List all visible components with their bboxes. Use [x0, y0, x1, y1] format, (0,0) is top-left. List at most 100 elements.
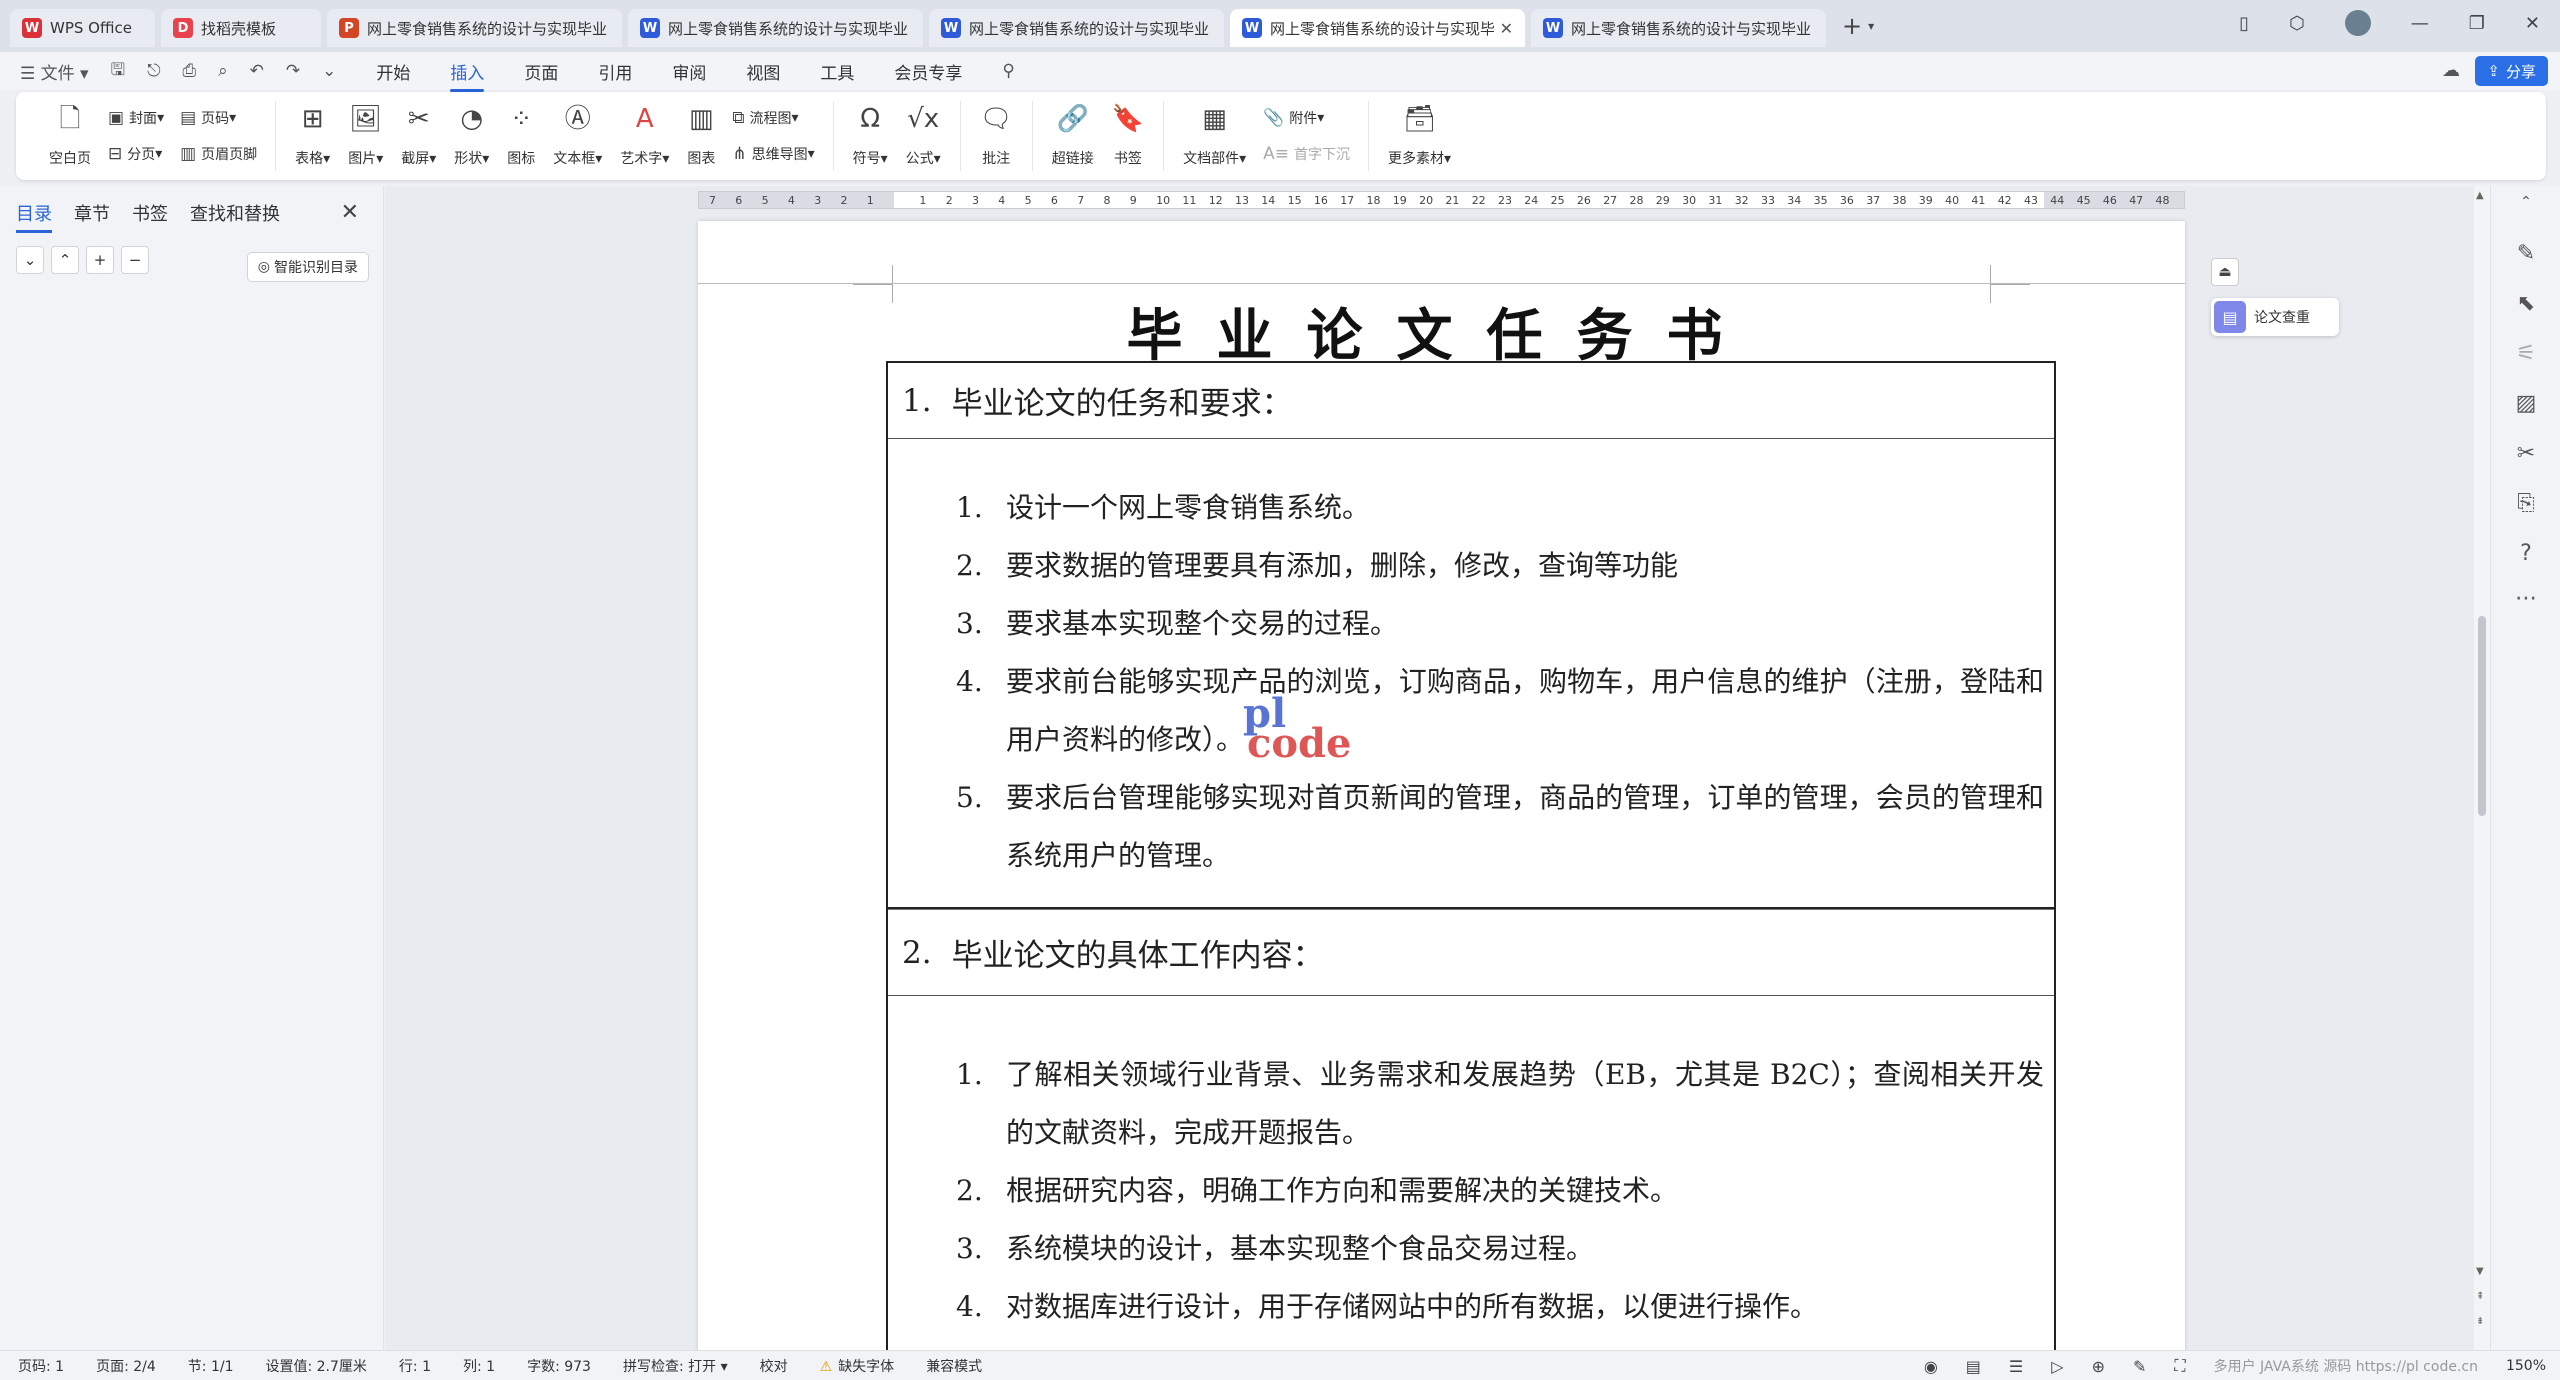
- page-view-icon[interactable]: ▤: [1966, 1357, 1981, 1376]
- restore-icon[interactable]: ❐: [2469, 13, 2485, 34]
- print-preview-icon[interactable]: ⌕: [218, 61, 228, 81]
- status-proof[interactable]: 校对: [760, 1356, 788, 1376]
- share-button[interactable]: ⇪ 分享: [2475, 56, 2548, 86]
- menu-references[interactable]: 引用: [598, 59, 632, 84]
- remove-icon[interactable]: −: [121, 246, 149, 274]
- tab-document[interactable]: W 网上零食销售系统的设计与实现毕业: [1531, 9, 1826, 47]
- add-icon[interactable]: +: [86, 246, 114, 274]
- tools-icon[interactable]: ✂: [2491, 441, 2560, 466]
- horizontal-ruler[interactable]: 7 6 5 4 3 2 1 1 2 3 4 5 6 7 8 9 10 11 12 13 14 15 16 17 18 19 20 21…: [698, 191, 2185, 209]
- outline-view-icon[interactable]: ☰: [2009, 1357, 2023, 1376]
- tab-document[interactable]: W 网上零食销售系统的设计与实现毕业: [929, 9, 1224, 47]
- image-edit-icon[interactable]: ▨: [2491, 391, 2560, 416]
- book-icon[interactable]: ⎘: [2491, 491, 2560, 516]
- tab-document[interactable]: W 网上零食销售系统的设计与实现毕业: [628, 9, 923, 47]
- doc-parts-button[interactable]: ▦ 文档部件▾: [1183, 104, 1246, 168]
- page-break-button[interactable]: ⊟ 分页 ▾: [108, 144, 164, 164]
- mindmap-button[interactable]: ⋔ 思维导图 ▾: [732, 144, 814, 164]
- tab-wps-home[interactable]: W WPS Office: [10, 9, 155, 47]
- minimize-icon[interactable]: —: [2411, 13, 2429, 34]
- pen-icon[interactable]: ✎: [2491, 241, 2560, 266]
- next-page-icon[interactable]: ⇟: [2476, 1316, 2484, 1327]
- file-menu[interactable]: ☰ 文件 ▾: [20, 59, 89, 84]
- table-button[interactable]: ⊞ 表格▾: [295, 104, 330, 168]
- prev-page-icon[interactable]: ⇞: [2476, 1291, 2484, 1302]
- tab-docer-templates[interactable]: D 找稻壳模板: [161, 9, 321, 47]
- menu-start[interactable]: 开始: [376, 59, 410, 84]
- chevron-down-icon[interactable]: ⌄: [322, 61, 336, 81]
- status-page[interactable]: 页面: 2/4: [96, 1356, 156, 1376]
- comment-button[interactable]: 🗨 批注: [980, 104, 1013, 168]
- shape-button[interactable]: ◔ 形状▾: [454, 104, 489, 168]
- cover-button[interactable]: ▣ 封面 ▾: [108, 108, 164, 128]
- tab-bookmarks[interactable]: 书签: [132, 200, 168, 226]
- menu-page[interactable]: 页面: [524, 59, 558, 84]
- scroll-up-icon[interactable]: ▲: [2476, 190, 2484, 201]
- chevron-down-icon[interactable]: ▾: [1868, 19, 1874, 33]
- collapse-panel-icon[interactable]: ⏏: [2211, 258, 2239, 286]
- eye-icon[interactable]: ◉: [1924, 1357, 1938, 1376]
- fit-icon[interactable]: ⛶: [2174, 1356, 2185, 1376]
- page-number-button[interactable]: ▤ 页码 ▾: [180, 108, 257, 128]
- format-painter-icon[interactable]: ⎋: [147, 61, 160, 81]
- select-icon[interactable]: ⬉: [2491, 291, 2560, 316]
- tab-chapters[interactable]: 章节: [74, 200, 110, 226]
- expand-icon[interactable]: ⌃: [2491, 194, 2560, 210]
- header-footer-button[interactable]: ▥ 页眉页脚: [180, 144, 257, 164]
- menu-insert[interactable]: 插入: [450, 59, 485, 92]
- icon-library-button[interactable]: ⁘ 图标: [507, 104, 535, 168]
- undo-icon[interactable]: ↶: [250, 61, 264, 81]
- scroll-down-icon[interactable]: ▼: [2476, 1266, 2484, 1277]
- web-view-icon[interactable]: ⊕: [2092, 1357, 2105, 1376]
- close-icon[interactable]: ✕: [341, 200, 359, 225]
- status-missing-font[interactable]: ⚠ 缺失字体: [820, 1356, 895, 1376]
- picture-button[interactable]: 🖼 图片▾: [348, 104, 383, 168]
- redo-icon[interactable]: ↷: [286, 61, 300, 81]
- search-icon[interactable]: ⚲: [1002, 61, 1014, 81]
- symbol-button[interactable]: Ω 符号▾: [853, 104, 888, 168]
- layout-icon[interactable]: ▯: [2239, 13, 2249, 34]
- bookmark-button[interactable]: 🔖 书签: [1112, 104, 1144, 168]
- tab-document-active[interactable]: W 网上零食销售系统的设计与实现毕 ✕: [1230, 9, 1525, 47]
- tab-document-ppt[interactable]: P 网上零食销售系统的设计与实现毕业: [327, 9, 622, 47]
- adjust-icon[interactable]: ⚟: [2491, 341, 2560, 366]
- menu-view[interactable]: 视图: [746, 59, 780, 84]
- blank-page-button[interactable]: 🗋 空白页: [49, 104, 91, 168]
- menu-member[interactable]: 会员专享: [894, 59, 962, 84]
- formula-button[interactable]: √x 公式▾: [906, 104, 941, 168]
- print-icon[interactable]: ⎙: [183, 61, 197, 81]
- zoom-level[interactable]: 150%: [2506, 1358, 2546, 1374]
- cloud-sync-icon[interactable]: ☁: [2442, 60, 2460, 81]
- wordart-button[interactable]: A 艺术字▾: [620, 104, 669, 168]
- scroll-thumb[interactable]: [2478, 616, 2486, 816]
- document-page[interactable]: 毕业论文任务书 1. 毕业论文的任务和要求： 1. 设计一个网上零食销售系统。 2.…: [698, 221, 2185, 1350]
- write-icon[interactable]: ✎: [2133, 1357, 2146, 1376]
- flowchart-button[interactable]: ⧉ 流程图 ▾: [732, 108, 814, 128]
- help-icon[interactable]: ?: [2491, 541, 2560, 566]
- cube-icon[interactable]: ⬡: [2289, 13, 2305, 34]
- paper-check-button[interactable]: ▤ 论文查重: [2211, 298, 2339, 336]
- menu-review[interactable]: 审阅: [672, 59, 706, 84]
- textbox-button[interactable]: Ⓐ 文本框▾: [553, 104, 602, 168]
- vertical-scrollbar[interactable]: ▲ ▼ ⇞ ⇟: [2474, 186, 2490, 1350]
- chart-button[interactable]: ▥ 图表: [687, 104, 715, 168]
- expand-down-icon[interactable]: ⌄: [16, 246, 44, 274]
- menu-tools[interactable]: 工具: [820, 59, 854, 84]
- more-icon[interactable]: ⋯: [2491, 586, 2560, 611]
- more-materials-button[interactable]: 🗃 更多素材▾: [1388, 104, 1451, 168]
- hyperlink-button[interactable]: 🔗 超链接: [1052, 104, 1094, 168]
- attachment-button[interactable]: 📎 附件 ▾: [1263, 108, 1350, 128]
- document-canvas[interactable]: 7 6 5 4 3 2 1 1 2 3 4 5 6 7 8 9 10 11 12 13 14 15 16 17 18 19 20 21…: [385, 186, 2475, 1350]
- save-icon[interactable]: 🖫: [111, 57, 125, 86]
- status-spell[interactable]: 拼写检查: 打开 ▾: [623, 1356, 728, 1376]
- smart-toc-button[interactable]: ◎ 智能识别目录: [246, 252, 369, 282]
- collapse-up-icon[interactable]: ⌃: [51, 246, 79, 274]
- tab-toc[interactable]: 目录: [16, 200, 52, 233]
- new-tab-icon[interactable]: +: [1842, 12, 1862, 40]
- close-icon[interactable]: ✕: [1500, 19, 1513, 38]
- avatar[interactable]: [2344, 10, 2371, 36]
- tab-find-replace[interactable]: 查找和替换: [190, 200, 280, 226]
- close-window-icon[interactable]: ✕: [2525, 13, 2540, 34]
- screenshot-button[interactable]: ✂ 截屏▾: [401, 104, 436, 168]
- play-icon[interactable]: ▷: [2051, 1357, 2063, 1376]
